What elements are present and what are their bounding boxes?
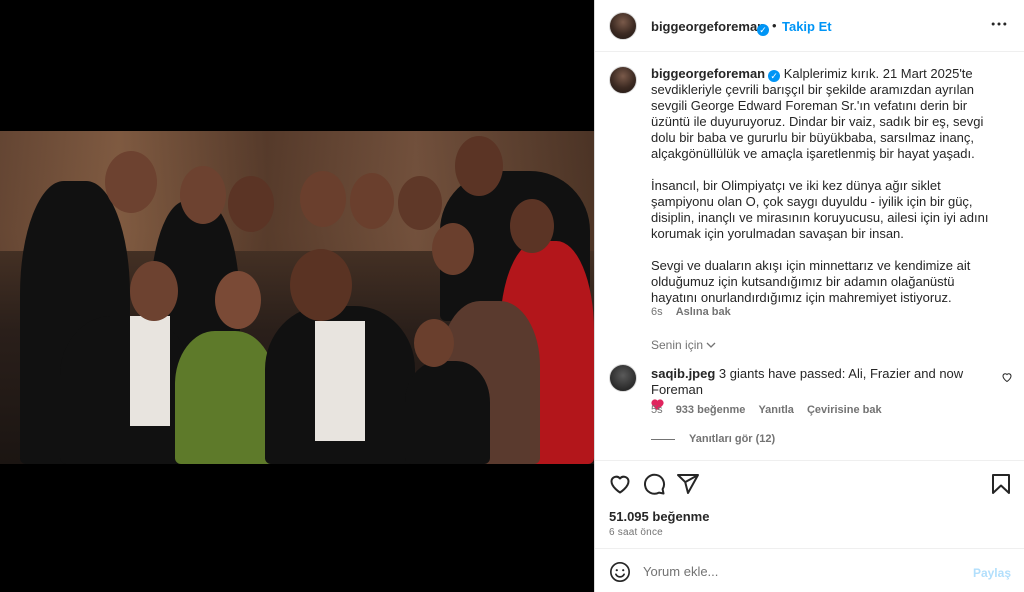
caption-text: biggeorgeforeman ✓ Kalplerimiz kırık. 21 … — [651, 66, 1001, 306]
post-photo[interactable] — [0, 131, 594, 464]
photo-face — [350, 173, 394, 229]
photo-shirt — [130, 316, 170, 426]
post-header: biggeorgeforeman ✓ • Takip Et — [595, 0, 1024, 52]
photo-face — [432, 223, 474, 275]
photo-face — [105, 151, 157, 213]
photo-figure — [405, 361, 490, 464]
verified-icon: ✓ — [754, 19, 769, 37]
reply-button[interactable]: Yanıtla — [758, 404, 793, 416]
caption-time: 6s — [651, 306, 663, 318]
photo-face — [455, 136, 503, 196]
comment-time: 5s — [651, 404, 663, 416]
save-icon[interactable] — [989, 472, 1013, 496]
comment-icon[interactable] — [642, 472, 666, 496]
photo-face — [398, 176, 442, 230]
caption-paragraph-2: İnsancıl, bir Olimpiyatçı ve iki kez dün… — [651, 178, 989, 241]
comment-heart-icon[interactable] — [1001, 370, 1013, 383]
photo-figure — [60, 316, 190, 464]
follow-button[interactable]: Takip Et — [782, 19, 832, 34]
commenter-avatar[interactable] — [609, 364, 637, 392]
comment-input[interactable] — [643, 561, 963, 581]
heart-icon[interactable] — [608, 472, 632, 496]
caption-meta: 6s Aslına bak — [651, 306, 741, 318]
post-comment-button[interactable]: Paylaş — [973, 566, 1011, 580]
photo-face — [130, 261, 178, 321]
photo-face — [228, 176, 274, 232]
photo-face — [290, 249, 352, 321]
photo-face — [414, 319, 454, 367]
replies-divider — [651, 438, 675, 440]
likes-count[interactable]: 51.095 beğenme — [609, 509, 709, 524]
post-side-panel: biggeorgeforeman ✓ • Takip Et biggeorgef… — [594, 0, 1024, 592]
action-bar: 51.095 beğenme 6 saat önce — [595, 460, 1024, 548]
commenter-username[interactable]: saqib.jpeg — [651, 366, 715, 381]
comment-meta: 5s 933 beğenme Yanıtla Çevirisine bak — [651, 404, 892, 416]
view-replies-button[interactable]: Yanıtları gör (12) — [651, 433, 775, 445]
share-icon[interactable] — [676, 472, 700, 496]
media-pane — [0, 0, 594, 592]
verified-icon: ✓ — [768, 70, 781, 82]
photo-figure — [175, 331, 275, 464]
replies-label: Yanıtları gör (12) — [689, 433, 776, 445]
photo-shirt — [315, 321, 365, 441]
photo-face — [510, 199, 554, 253]
caption-avatar[interactable] — [609, 66, 637, 94]
comment-likes[interactable]: 933 beğenme — [676, 404, 746, 416]
caption-paragraph-3: Sevgi ve duaların akışı için minnettarız… — [651, 258, 971, 305]
photo-face — [215, 271, 261, 329]
photo-face — [300, 171, 346, 227]
comment-composer: Paylaş — [595, 548, 1024, 592]
separator-dot: • — [772, 18, 777, 33]
chevron-down-icon — [706, 338, 716, 352]
emoji-icon[interactable] — [609, 561, 631, 583]
author-avatar[interactable] — [609, 12, 637, 40]
more-icon[interactable] — [989, 14, 1009, 39]
author-username[interactable]: biggeorgeforeman — [651, 19, 765, 34]
post-time-ago[interactable]: 6 saat önce — [609, 527, 663, 538]
audience-selector[interactable]: Senin için — [651, 338, 716, 352]
photo-face — [180, 166, 226, 224]
audience-label: Senin için — [651, 338, 704, 352]
translate-button[interactable]: Çevirisine bak — [807, 404, 882, 416]
see-translation-button[interactable]: Aslına bak — [676, 306, 731, 318]
caption-username[interactable]: biggeorgeforeman — [651, 66, 765, 81]
